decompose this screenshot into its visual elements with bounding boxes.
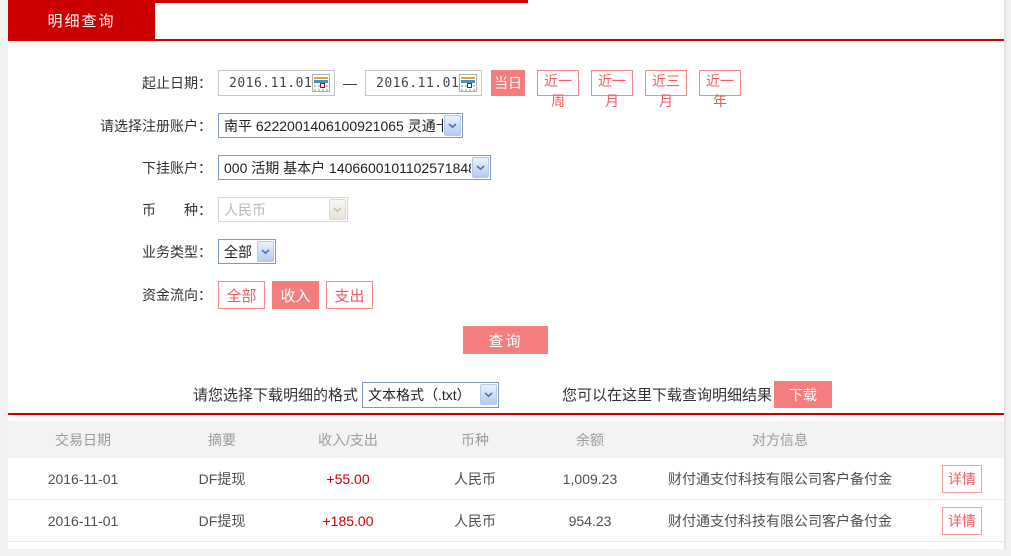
header-amount: 收入/支出: [318, 431, 378, 448]
sub-account-label: 下挂账户：: [142, 159, 212, 176]
tab-bar: 明细查询: [8, 0, 1004, 41]
table-row: 2016-11-01 DF提现 +185.00 人民币 954.23 财付通支付…: [8, 500, 1004, 542]
cell-date: 2016-11-01: [47, 512, 119, 529]
date-range-label: 起止日期：: [142, 75, 212, 91]
flow-all-button[interactable]: 全部: [218, 281, 265, 309]
cell-amount: +185.00: [322, 512, 374, 529]
header-balance: 余额: [576, 431, 604, 448]
calendar-icon[interactable]: [459, 74, 478, 92]
download-format-label: 请您选择下载明细的格式: [193, 387, 359, 404]
currency-row: 币 种： 人民币: [8, 197, 1004, 222]
quick-month-button[interactable]: 近一月: [591, 70, 633, 109]
header-summary: 摘要: [208, 431, 236, 448]
content-panel: 明细查询 起止日期： 2016.11.01 — 2016.11.01 当日 近一…: [8, 0, 1004, 549]
end-date-input[interactable]: 2016.11.01: [365, 70, 482, 96]
cell-currency: 人民币: [454, 470, 496, 487]
query-row: 查询: [8, 326, 1004, 354]
date-separator: —: [343, 75, 357, 91]
business-type-select[interactable]: 全部: [218, 239, 276, 264]
sub-account-row: 下挂账户： 000 活期 基本户 1406600101102571848: [8, 155, 1004, 180]
cell-counterparty: 财付通支付科技有限公司客户备付金: [668, 512, 892, 529]
chevron-down-icon: [480, 384, 498, 405]
detail-button[interactable]: 详情: [942, 506, 982, 535]
query-form: 起止日期： 2016.11.01 — 2016.11.01 当日 近一周 近一月…: [8, 41, 1004, 354]
register-account-select[interactable]: 南平 6222001406100921065 灵通卡: [218, 113, 463, 138]
cell-summary: DF提现: [198, 470, 246, 487]
start-date-value: 2016.11.01: [229, 75, 313, 91]
top-red-line: [8, 0, 528, 3]
quick-quarter-button[interactable]: 近三月: [645, 70, 687, 109]
table-row: 2016-11-01 DF提现 +55.00 人民币 1,009.23 财付通支…: [8, 458, 1004, 500]
business-type-value: 全部: [224, 243, 252, 260]
download-format-select[interactable]: 文本格式（.txt）: [362, 381, 500, 408]
date-range-row: 起止日期： 2016.11.01 — 2016.11.01 当日 近一周 近一月…: [8, 70, 1004, 109]
header-counterparty: 对方信息: [752, 431, 808, 448]
chevron-down-icon: [329, 199, 346, 220]
end-date-value: 2016.11.01: [376, 75, 460, 91]
register-account-value: 南平 6222001406100921065 灵通卡: [224, 117, 443, 134]
quick-year-button[interactable]: 近一年: [699, 70, 741, 109]
download-row: 请您选择下载明细的格式 文本格式（.txt） 您可以在这里下载查询明细结果 下载: [193, 381, 1004, 408]
chevron-down-icon: [444, 115, 461, 136]
detail-button[interactable]: 详情: [942, 464, 982, 493]
business-type-row: 业务类型： 全部: [8, 239, 1004, 264]
red-divider: [8, 413, 1004, 415]
cell-balance: 1,009.23: [562, 470, 618, 487]
header-currency: 币种: [461, 431, 489, 448]
cell-currency: 人民币: [454, 512, 496, 529]
business-type-label: 业务类型：: [142, 243, 212, 260]
currency-select: 人民币: [218, 197, 348, 222]
fund-flow-label: 资金流向：: [142, 287, 212, 303]
register-account-row: 请选择注册账户： 南平 6222001406100921065 灵通卡: [8, 113, 1004, 138]
download-button[interactable]: 下载: [774, 381, 833, 408]
quick-today-button[interactable]: 当日: [491, 70, 525, 96]
cell-counterparty: 财付通支付科技有限公司客户备付金: [668, 470, 892, 487]
tab-detail-query[interactable]: 明细查询: [8, 0, 155, 41]
fund-flow-row: 资金流向： 全部 收入 支出: [8, 281, 1004, 309]
register-account-label: 请选择注册账户：: [100, 117, 212, 134]
currency-label: 币 种：: [142, 201, 212, 218]
sub-account-value: 000 活期 基本户 1406600101102571848: [224, 159, 471, 176]
header-date: 交易日期: [55, 431, 111, 448]
query-button[interactable]: 查询: [463, 326, 548, 354]
download-format-value: 文本格式（.txt）: [368, 386, 471, 403]
table-header: 交易日期 摘要 收入/支出 币种 余额 对方信息: [8, 421, 1004, 458]
flow-income-button[interactable]: 收入: [272, 281, 319, 309]
sub-account-select[interactable]: 000 活期 基本户 1406600101102571848: [218, 155, 491, 180]
cell-date: 2016-11-01: [47, 470, 119, 487]
download-hint: 您可以在这里下载查询明细结果: [562, 387, 773, 404]
calendar-icon[interactable]: [312, 74, 331, 92]
quick-week-button[interactable]: 近一周: [537, 70, 579, 109]
currency-value: 人民币: [224, 201, 266, 218]
chevron-down-icon: [472, 157, 489, 178]
cell-summary: DF提现: [198, 512, 246, 529]
start-date-input[interactable]: 2016.11.01: [218, 70, 335, 96]
cell-balance: 954.23: [568, 512, 612, 529]
flow-expense-button[interactable]: 支出: [326, 281, 373, 309]
chevron-down-icon: [257, 241, 274, 262]
page: 明细查询 起止日期： 2016.11.01 — 2016.11.01 当日 近一…: [0, 0, 1011, 556]
cell-amount: +55.00: [326, 470, 370, 487]
